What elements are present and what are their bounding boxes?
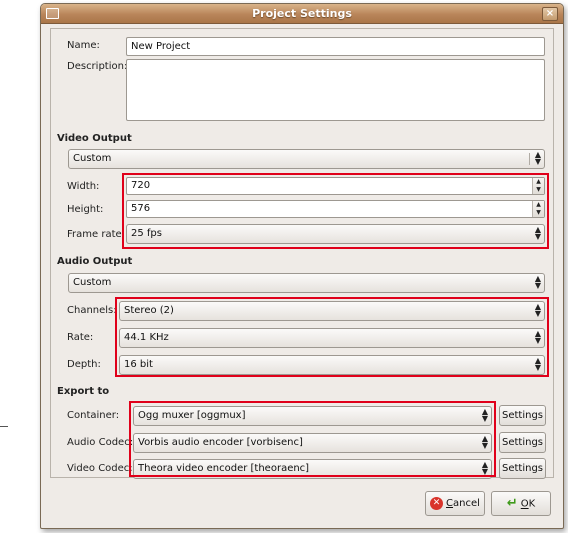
cancel-button[interactable]: ✕ Cancel bbox=[425, 491, 485, 516]
video-highlight-box bbox=[122, 173, 549, 249]
video-preset-value: Custom bbox=[73, 153, 112, 164]
video-preset-dropdown[interactable]: Custom ▲ ▼ bbox=[68, 149, 545, 169]
cancel-mnemonic: C bbox=[446, 498, 454, 509]
combo-separator bbox=[529, 153, 530, 165]
dropdown-arrows-icon: ▲ ▼ bbox=[534, 150, 541, 166]
depth-label: Depth: bbox=[67, 359, 101, 370]
ok-label: K bbox=[528, 498, 536, 510]
audio-codec-settings-button[interactable]: Settings bbox=[499, 432, 546, 453]
audio-output-header: Audio Output bbox=[57, 256, 133, 267]
dropdown-arrows-icon: ▲ ▼ bbox=[534, 274, 541, 290]
description-field[interactable] bbox=[126, 59, 545, 121]
ok-check-icon: ↵ bbox=[506, 496, 518, 511]
ok-mnemonic: O bbox=[520, 498, 529, 510]
audio-codec-label: Audio Codec: bbox=[67, 437, 134, 448]
name-label: Name: bbox=[67, 40, 100, 51]
rate-label: Rate: bbox=[67, 332, 94, 343]
video-codec-label: Video Codec: bbox=[67, 463, 133, 474]
audio-highlight-box bbox=[115, 297, 549, 377]
settings-panel: Name: New Project Description: Video Out… bbox=[50, 28, 554, 479]
description-label: Description: bbox=[67, 61, 128, 72]
titlebar: Project Settings × bbox=[41, 4, 563, 24]
close-icon[interactable]: × bbox=[542, 7, 558, 21]
width-label: Width: bbox=[67, 181, 100, 192]
name-field[interactable]: New Project bbox=[126, 37, 545, 56]
project-settings-dialog: Project Settings × Name: New Project Des… bbox=[40, 3, 564, 529]
ok-button[interactable]: ↵ OK bbox=[491, 491, 551, 516]
window-title: Project Settings bbox=[252, 7, 352, 20]
audio-preset-dropdown[interactable]: Custom ▲ ▼ bbox=[68, 273, 545, 293]
export-header: Export to bbox=[57, 386, 110, 397]
container-label: Container: bbox=[67, 410, 120, 421]
channels-label: Channels: bbox=[67, 305, 117, 316]
cancel-icon: ✕ bbox=[430, 496, 444, 510]
video-output-header: Video Output bbox=[57, 133, 132, 144]
framerate-label: Frame rate: bbox=[67, 229, 126, 240]
annotation-pointer-line bbox=[0, 426, 8, 427]
video-codec-settings-button[interactable]: Settings bbox=[499, 458, 546, 479]
cancel-label: ancel bbox=[453, 498, 480, 509]
audio-preset-value: Custom bbox=[73, 277, 112, 288]
container-settings-button[interactable]: Settings bbox=[499, 405, 546, 426]
export-highlight-box bbox=[129, 401, 496, 477]
height-label: Height: bbox=[67, 204, 104, 215]
